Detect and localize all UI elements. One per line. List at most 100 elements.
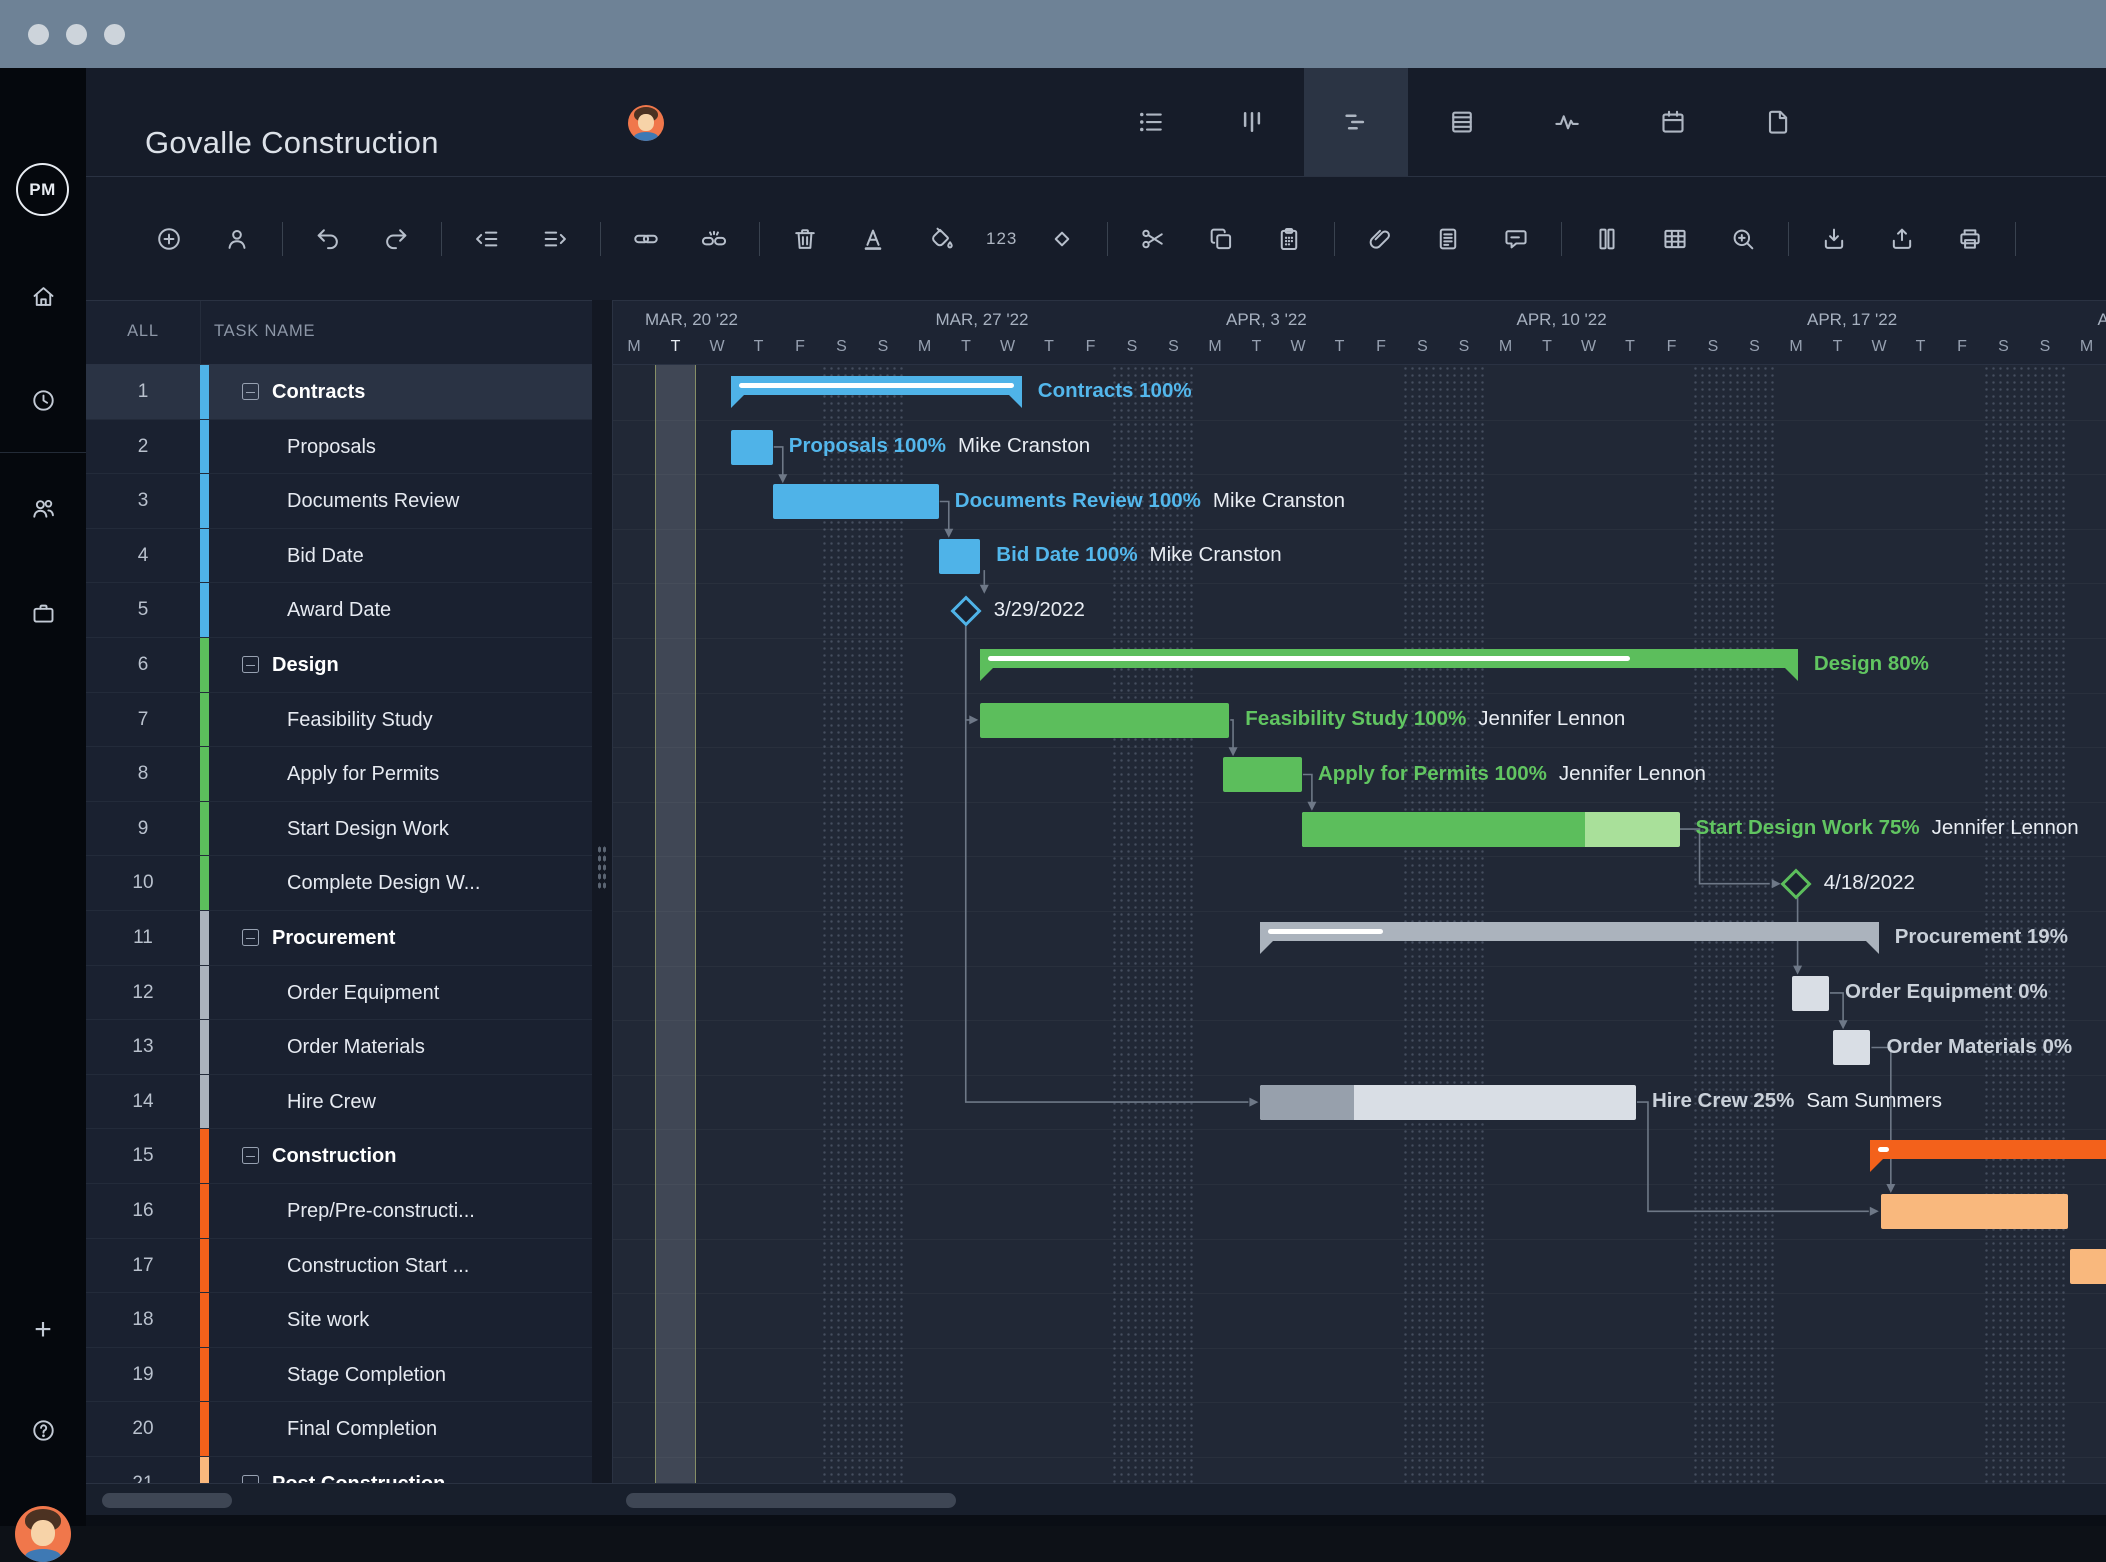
print-button[interactable] [1947,216,1993,262]
font-color-button[interactable] [850,216,896,262]
task-row[interactable]: 14Hire Crew [86,1075,592,1130]
assign-user-button[interactable] [214,216,260,262]
indent-button[interactable] [532,216,578,262]
task-row[interactable]: 1Contracts [86,365,592,420]
outdent-button[interactable] [464,216,510,262]
task-row[interactable]: 10Complete Design W... [86,856,592,911]
view-tab-document-view[interactable] [1726,68,1830,176]
gantt-task-bar[interactable] [1260,1085,1636,1120]
avatar-shirt [25,1549,62,1562]
task-row[interactable]: 2Proposals [86,420,592,475]
task-row-number: 7 [86,693,200,748]
summary-cap [1785,668,1798,681]
sidebar-help-icon[interactable] [21,1408,65,1452]
gantt-task-bar[interactable] [980,703,1229,738]
task-row[interactable]: 20Final Completion [86,1402,592,1457]
task-name: Proposals [287,420,376,475]
task-panel-scrollbar[interactable] [102,1493,232,1508]
export-button[interactable] [1879,216,1925,262]
gantt-task-bar[interactable] [1302,812,1680,847]
collapse-toggle-icon[interactable] [242,656,259,673]
view-tab-board-view[interactable] [1200,68,1304,176]
task-name: Hire Crew [287,1075,376,1130]
gantt-summary-bar[interactable] [980,649,1798,668]
view-tab-sheet-view[interactable] [1410,68,1514,176]
import-button[interactable] [1811,216,1857,262]
zoom-in-button[interactable] [1720,216,1766,262]
project-owner-avatar[interactable] [628,105,664,141]
window-dot[interactable] [104,24,125,45]
gantt-summary-bar[interactable] [731,376,1022,395]
notes-button[interactable] [1425,216,1471,262]
view-tab-gantt-view[interactable] [1304,68,1408,176]
sidebar-briefcase-icon[interactable] [21,591,65,635]
task-row[interactable]: 4Bid Date [86,529,592,584]
collapse-toggle-icon[interactable] [242,383,259,400]
gantt-task-bar[interactable] [1792,976,1829,1011]
gantt-task-bar[interactable] [773,484,939,519]
column-header-all[interactable]: ALL [86,322,200,341]
task-name: Order Equipment [287,966,439,1021]
window-dot[interactable] [66,24,87,45]
undo-button[interactable] [305,216,351,262]
fill-color-button[interactable] [918,216,964,262]
collapse-toggle-icon[interactable] [242,1147,259,1164]
chart-scrollbar[interactable] [626,1493,956,1508]
sidebar-clock-icon[interactable] [21,378,65,422]
column-header-task-name[interactable]: TASK NAME [214,322,315,341]
task-row[interactable]: 8Apply for Permits [86,747,592,802]
task-row[interactable]: 15Construction [86,1129,592,1184]
task-row[interactable]: 16Prep/Pre-constructi... [86,1184,592,1239]
task-row[interactable]: 9Start Design Work [86,802,592,857]
view-tab-list-view[interactable] [1099,68,1203,176]
sidebar-team-icon[interactable] [21,486,65,530]
task-row[interactable]: 6Design [86,638,592,693]
task-row[interactable]: 17Construction Start ... [86,1239,592,1294]
gantt-task-bar[interactable] [1881,1194,2068,1229]
user-avatar[interactable] [15,1506,71,1562]
task-row[interactable]: 21Post Construction [86,1457,592,1483]
day-letter: T [945,338,987,356]
task-row[interactable]: 7 Feasibility Study [86,693,592,748]
gantt-task-bar[interactable] [731,430,773,465]
unlink-button[interactable] [691,216,737,262]
comment-button[interactable] [1493,216,1539,262]
view-tab-activity-view[interactable] [1515,68,1619,176]
collapse-toggle-icon[interactable] [242,929,259,946]
task-row[interactable]: 12Order Equipment [86,966,592,1021]
link-button[interactable] [623,216,669,262]
numbers-format-button[interactable]: 123 [986,229,1017,249]
gantt-summary-bar[interactable] [1870,1140,2106,1159]
gantt-summary-bar[interactable] [1260,922,1878,941]
task-name: Feasibility Study [287,693,433,748]
columns-button[interactable] [1584,216,1630,262]
attachment-button[interactable] [1357,216,1403,262]
cut-button[interactable] [1130,216,1176,262]
copy-button[interactable] [1198,216,1244,262]
drag-handle-icon[interactable] [597,845,607,889]
view-tab-calendar-view[interactable] [1621,68,1725,176]
sidebar-add-icon[interactable]: + [21,1308,65,1352]
gantt-task-bar[interactable] [939,539,981,574]
task-row[interactable]: 18Site work [86,1293,592,1348]
task-row[interactable]: 13Order Materials [86,1020,592,1075]
task-row[interactable]: 11Procurement [86,911,592,966]
task-row[interactable]: 19Stage Completion [86,1348,592,1403]
panel-resize-divider[interactable] [592,300,612,1483]
paste-button[interactable] [1266,216,1312,262]
task-row-number: 1 [86,365,200,420]
sidebar-home-icon[interactable] [21,274,65,318]
day-letter: T [1319,338,1361,356]
milestone-button[interactable] [1039,216,1085,262]
add-circle-button[interactable] [146,216,192,262]
redo-button[interactable] [373,216,419,262]
trash-button[interactable] [782,216,828,262]
grid-button[interactable] [1652,216,1698,262]
collapse-toggle-icon[interactable] [242,1475,259,1483]
task-row[interactable]: 5Award Date [86,583,592,638]
gantt-task-bar[interactable] [2070,1249,2106,1284]
gantt-task-bar[interactable] [1833,1030,1870,1065]
window-dot[interactable] [28,24,49,45]
task-row[interactable]: 3Documents Review [86,474,592,529]
gantt-task-bar[interactable] [1223,757,1302,792]
